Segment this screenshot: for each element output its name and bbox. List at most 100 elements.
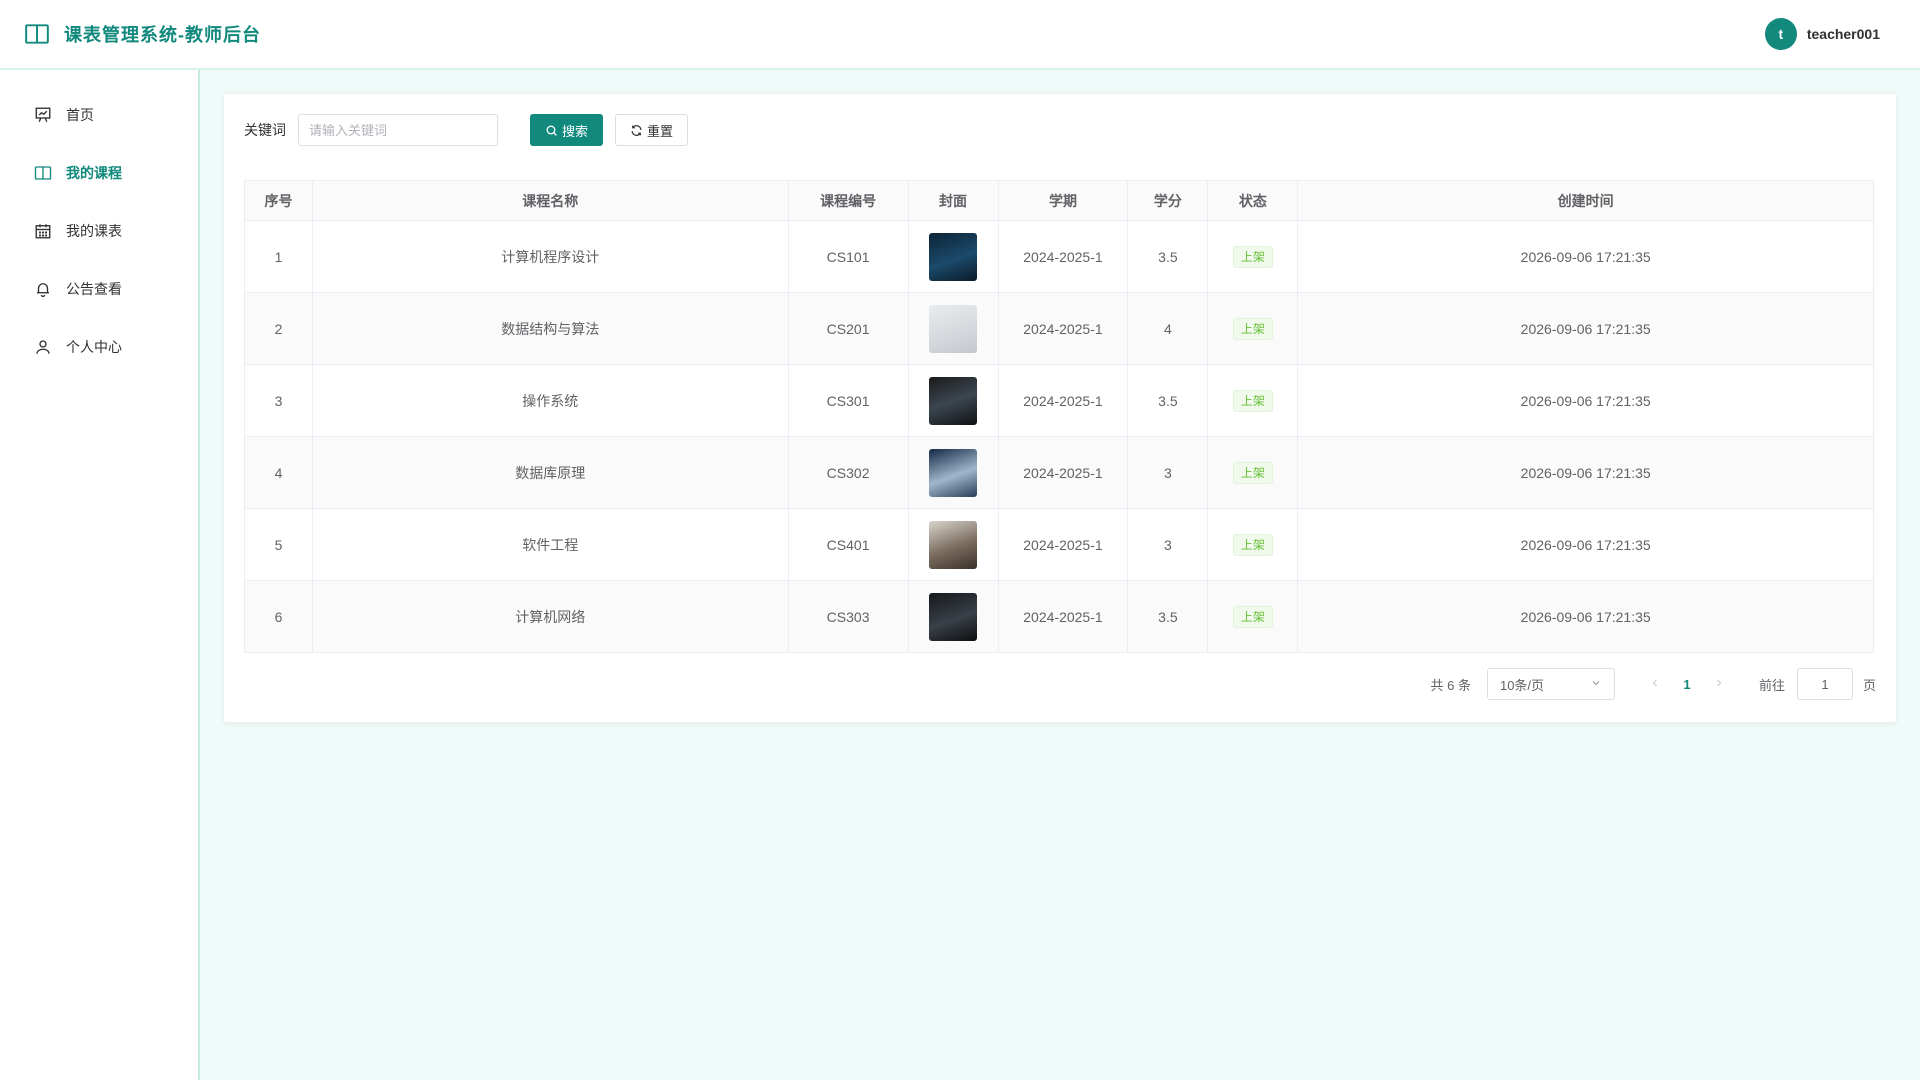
- column-header: 序号: [244, 180, 313, 221]
- sidebar-item-profile[interactable]: 个人中心: [0, 318, 198, 376]
- column-header: 学期: [997, 180, 1129, 221]
- cell-credit: 3.5: [1127, 364, 1209, 437]
- status-badge: 上架: [1232, 461, 1273, 484]
- column-header: 封面: [907, 180, 999, 221]
- course-cover-image[interactable]: [929, 448, 978, 497]
- book-icon: [34, 164, 52, 182]
- bell-icon: [34, 280, 52, 298]
- pagination: 共 6 条 10条/页 1 前往 页: [1430, 668, 1876, 700]
- cell-index: 4: [244, 436, 313, 509]
- cell-status: 上架: [1207, 508, 1299, 581]
- search-button[interactable]: 搜索: [530, 114, 604, 146]
- table-row[interactable]: 4 数据库原理 CS302 2024-2025-1 3 上架 2026-09-0…: [244, 436, 1874, 509]
- cell-course-name: 操作系统: [311, 364, 789, 437]
- avatar[interactable]: t: [1764, 18, 1797, 50]
- cell-course-name: 计算机网络: [311, 580, 789, 653]
- next-page-button[interactable]: [1703, 676, 1735, 692]
- goto-page-input[interactable]: [1796, 668, 1853, 700]
- reset-button-label: 重置: [647, 123, 674, 139]
- cell-index: 5: [244, 508, 313, 581]
- cell-course-name: 数据库原理: [311, 436, 789, 509]
- cell-created-time: 2026-09-06 17:21:35: [1297, 508, 1874, 581]
- page-suffix: 页: [1862, 677, 1876, 693]
- sidebar-item-home[interactable]: 首页: [0, 86, 198, 144]
- page-size-select[interactable]: 10条/页: [1486, 668, 1615, 700]
- cell-term: 2024-2025-1: [997, 364, 1129, 437]
- course-cover-image[interactable]: [929, 304, 978, 353]
- cell-index: 3: [244, 364, 313, 437]
- cell-term: 2024-2025-1: [997, 580, 1129, 653]
- cell-index: 1: [244, 220, 313, 293]
- table-row[interactable]: 1 计算机程序设计 CS101 2024-2025-1 3.5 上架 2026-…: [244, 220, 1874, 293]
- sidebar-item-label: 我的课程: [66, 165, 122, 181]
- cell-created-time: 2026-09-06 17:21:35: [1297, 364, 1874, 437]
- sidebar-item-my-courses[interactable]: 我的课程: [0, 144, 198, 202]
- search-icon: [545, 124, 558, 137]
- cell-term: 2024-2025-1: [997, 508, 1129, 581]
- cell-term: 2024-2025-1: [997, 436, 1129, 509]
- sidebar-item-notices[interactable]: 公告查看: [0, 260, 198, 318]
- status-badge: 上架: [1232, 605, 1273, 628]
- status-badge: 上架: [1232, 245, 1273, 268]
- top-header: 课表管理系统-教师后台 t teacher001: [0, 0, 1920, 70]
- user-icon: [34, 338, 52, 356]
- table-row[interactable]: 3 操作系统 CS301 2024-2025-1 3.5 上架 2026-09-…: [244, 364, 1874, 437]
- sidebar: 首页 我的课程 我的课表 公告查看 个人中心: [0, 70, 200, 1080]
- cell-course-name: 数据结构与算法: [311, 292, 789, 365]
- cell-created-time: 2026-09-06 17:21:35: [1297, 220, 1874, 293]
- calendar-icon: [34, 222, 52, 240]
- reset-button[interactable]: 重置: [615, 114, 689, 146]
- cell-created-time: 2026-09-06 17:21:35: [1297, 436, 1874, 509]
- cell-course-name: 软件工程: [311, 508, 789, 581]
- cell-status: 上架: [1207, 436, 1299, 509]
- sidebar-item-my-schedule[interactable]: 我的课表: [0, 202, 198, 260]
- table-row[interactable]: 5 软件工程 CS401 2024-2025-1 3 上架 2026-09-06…: [244, 508, 1874, 581]
- table-row[interactable]: 6 计算机网络 CS303 2024-2025-1 3.5 上架 2026-09…: [244, 580, 1874, 653]
- user-menu[interactable]: t teacher001: [1764, 18, 1880, 50]
- cell-course-code: CS303: [787, 580, 909, 653]
- column-header: 创建时间: [1297, 180, 1874, 221]
- keyword-input[interactable]: [298, 114, 498, 146]
- table-header-row: 序号 课程名称 课程编号 封面 学期 学分 状态 创建时间: [244, 180, 1874, 221]
- cell-credit: 3.5: [1127, 580, 1209, 653]
- course-cover-image[interactable]: [929, 376, 978, 425]
- cell-cover: [907, 364, 999, 437]
- cell-created-time: 2026-09-06 17:21:35: [1297, 580, 1874, 653]
- sidebar-item-label: 我的课表: [66, 223, 122, 239]
- cell-course-code: CS302: [787, 436, 909, 509]
- cell-cover: [907, 580, 999, 653]
- cell-index: 2: [244, 292, 313, 365]
- cell-course-code: CS401: [787, 508, 909, 581]
- cell-index: 6: [244, 580, 313, 653]
- cell-course-code: CS101: [787, 220, 909, 293]
- course-cover-image[interactable]: [929, 520, 978, 569]
- cell-credit: 4: [1127, 292, 1209, 365]
- cell-term: 2024-2025-1: [997, 220, 1129, 293]
- chevron-right-icon: [1717, 679, 1722, 687]
- total-count: 共 6 条: [1430, 677, 1471, 693]
- cell-term: 2024-2025-1: [997, 292, 1129, 365]
- presentation-icon: [34, 106, 52, 124]
- status-badge: 上架: [1232, 317, 1273, 340]
- page-number-current[interactable]: 1: [1671, 677, 1703, 692]
- cell-credit: 3: [1127, 436, 1209, 509]
- course-cover-image[interactable]: [929, 592, 978, 641]
- column-header: 课程名称: [311, 180, 789, 221]
- refresh-icon: [630, 124, 643, 137]
- book-open-icon: [24, 21, 50, 47]
- sidebar-item-label: 首页: [66, 107, 94, 123]
- page-size-value: 10条/页: [1499, 677, 1545, 693]
- course-list-card: 关键词 搜索 重置 序号: [224, 94, 1896, 722]
- column-header: 课程编号: [787, 180, 909, 221]
- keyword-label: 关键词: [244, 122, 286, 138]
- prev-page-button[interactable]: [1639, 676, 1671, 692]
- chevron-down-icon: [1590, 677, 1602, 692]
- cell-credit: 3.5: [1127, 220, 1209, 293]
- search-button-label: 搜索: [562, 123, 589, 139]
- cell-status: 上架: [1207, 292, 1299, 365]
- username[interactable]: teacher001: [1807, 26, 1880, 42]
- course-cover-image[interactable]: [929, 232, 978, 281]
- app-title: 课表管理系统-教师后台: [64, 25, 261, 45]
- goto-label: 前往: [1758, 677, 1785, 693]
- table-row[interactable]: 2 数据结构与算法 CS201 2024-2025-1 4 上架 2026-09…: [244, 292, 1874, 365]
